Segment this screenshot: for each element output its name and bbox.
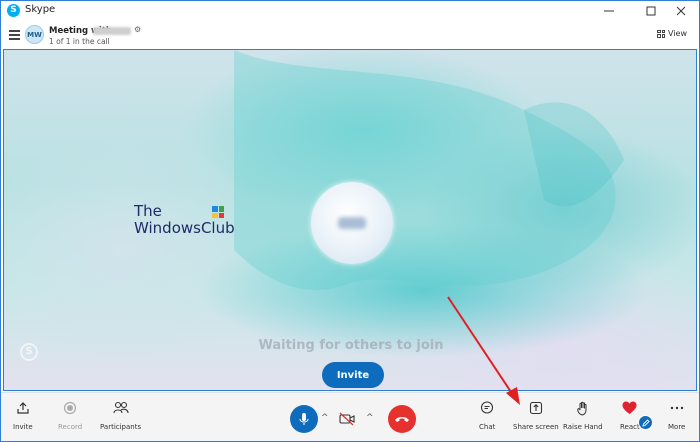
invite-button[interactable]: Invite	[322, 362, 384, 388]
grid-view-icon	[657, 29, 665, 38]
participants-tool-label: Participants	[100, 423, 142, 431]
camera-button[interactable]	[333, 405, 361, 433]
invite-tool-label: Invite	[13, 423, 33, 431]
mic-options-chevron-icon[interactable]: ^	[321, 413, 329, 423]
waiting-message: Waiting for others to join	[258, 338, 444, 353]
record-tool-label: Record	[58, 423, 83, 431]
redacted-name	[93, 27, 131, 35]
raise-hand-tool-label: Raise Hand	[563, 423, 603, 431]
record-tool[interactable]: Record	[58, 399, 82, 431]
raise-hand-tool[interactable]: Raise Hand	[563, 399, 603, 431]
share-screen-icon	[529, 399, 543, 417]
redacted-initials	[338, 217, 366, 229]
raise-hand-icon	[576, 399, 590, 417]
view-button[interactable]: View	[657, 29, 687, 38]
more-tool-label: More	[668, 423, 686, 431]
maximize-icon	[646, 6, 656, 16]
windowsclub-watermark: The WindowsClub	[134, 204, 235, 238]
skype-window: S Skype MW Meeting with ⚙ 1 of 1 in the …	[1, 1, 699, 441]
pencil-icon	[641, 418, 650, 427]
chat-tool-label: Chat	[479, 423, 496, 431]
chat-icon	[480, 399, 494, 417]
participants-icon	[113, 399, 129, 417]
share-screen-tool-label: Share screen	[513, 423, 559, 431]
title-bar: S Skype	[1, 1, 699, 21]
watermark-windowsclub: WindowsClub	[134, 219, 235, 237]
call-stage: The WindowsClub S Waiting for others to …	[3, 49, 697, 391]
app-title: Skype	[25, 4, 56, 15]
minimize-icon	[604, 10, 614, 12]
close-icon	[676, 6, 686, 16]
react-edit-badge[interactable]	[638, 415, 653, 430]
call-toolbar: Invite Record Participants ^ ^ Chat Shar…	[1, 392, 699, 441]
record-icon	[63, 399, 77, 417]
windows-logo-icon	[212, 206, 224, 218]
share-screen-tool[interactable]: Share screen	[513, 399, 559, 431]
microphone-button[interactable]	[290, 405, 318, 433]
react-tool-label: React	[620, 423, 640, 431]
meeting-avatar[interactable]: MW	[25, 25, 44, 44]
end-call-button[interactable]	[388, 405, 416, 433]
share-upload-icon	[16, 399, 30, 417]
view-label: View	[668, 29, 687, 38]
chat-tool[interactable]: Chat	[479, 399, 495, 431]
more-tool[interactable]: More	[668, 399, 685, 431]
more-dots-icon	[670, 399, 684, 417]
microphone-icon	[299, 413, 309, 425]
meeting-settings-icon[interactable]: ⚙	[134, 25, 141, 34]
participant-count: 1 of 1 in the call	[49, 37, 110, 46]
minimize-button[interactable]	[591, 1, 627, 21]
skype-app-icon: S	[7, 4, 20, 17]
invite-tool[interactable]: Invite	[13, 399, 33, 431]
heart-icon	[622, 399, 637, 417]
camera-off-icon	[339, 412, 355, 426]
hang-up-icon	[395, 417, 409, 422]
hamburger-menu-icon[interactable]	[9, 30, 20, 40]
camera-options-chevron-icon[interactable]: ^	[366, 413, 374, 423]
participants-tool[interactable]: Participants	[100, 399, 141, 431]
react-tool[interactable]: React	[620, 399, 640, 431]
participant-avatar	[311, 182, 393, 264]
close-button[interactable]	[663, 1, 699, 21]
call-header: MW Meeting with ⚙ 1 of 1 in the call Vie…	[1, 21, 699, 49]
